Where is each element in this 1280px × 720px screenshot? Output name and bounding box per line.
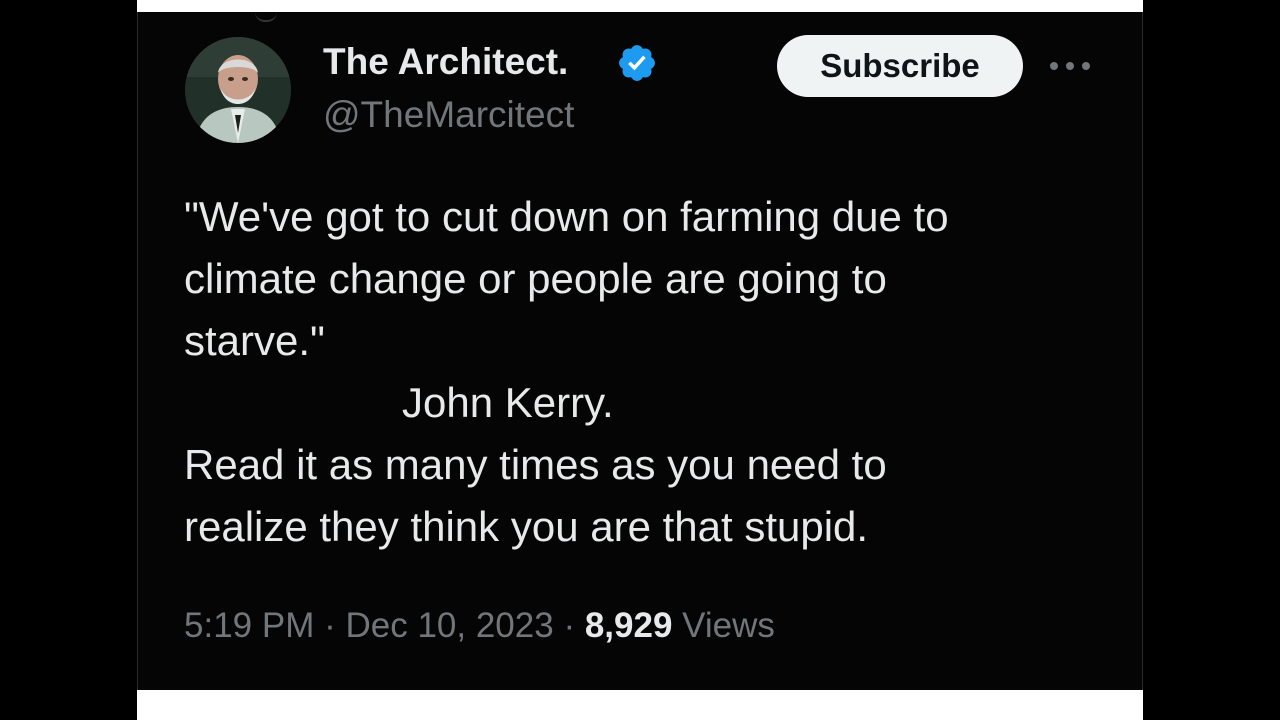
- tweet-text-line: "We've got to cut down on farming due to: [184, 193, 949, 240]
- quote-attribution: John Kerry.: [402, 379, 614, 426]
- verified-badge-icon[interactable]: [616, 42, 658, 84]
- more-horizontal-icon[interactable]: [1046, 56, 1094, 76]
- subscribe-button[interactable]: Subscribe: [777, 35, 1023, 97]
- tweet-date[interactable]: Dec 10, 2023: [345, 606, 553, 645]
- views-label[interactable]: Views: [682, 606, 775, 645]
- author-handle[interactable]: @TheMarcitect: [323, 93, 574, 137]
- tweet-metadata: 5:19 PM · Dec 10, 2023 · 8,929 Views: [184, 604, 775, 648]
- screenshot-stage: The Architect. @TheMarcitect Subscribe "…: [0, 0, 1280, 720]
- tweet-time[interactable]: 5:19 PM: [184, 606, 314, 645]
- tweet-text-line: realize they think you are that stupid.: [184, 503, 869, 550]
- avatar[interactable]: [185, 37, 291, 143]
- meta-separator: ·: [324, 606, 336, 645]
- meta-separator: ·: [563, 606, 576, 645]
- views-count[interactable]: 8,929: [585, 606, 673, 645]
- tweet-text: "We've got to cut down on farming due to…: [184, 186, 1084, 558]
- tweet-text-line: starve.": [184, 317, 325, 364]
- author-display-name[interactable]: The Architect.: [323, 40, 568, 84]
- avatar-portrait-icon: [185, 37, 291, 143]
- tweet-text-line: Read it as many times as you need to: [184, 441, 887, 488]
- tweet-text-line: climate change or people are going to: [184, 255, 887, 302]
